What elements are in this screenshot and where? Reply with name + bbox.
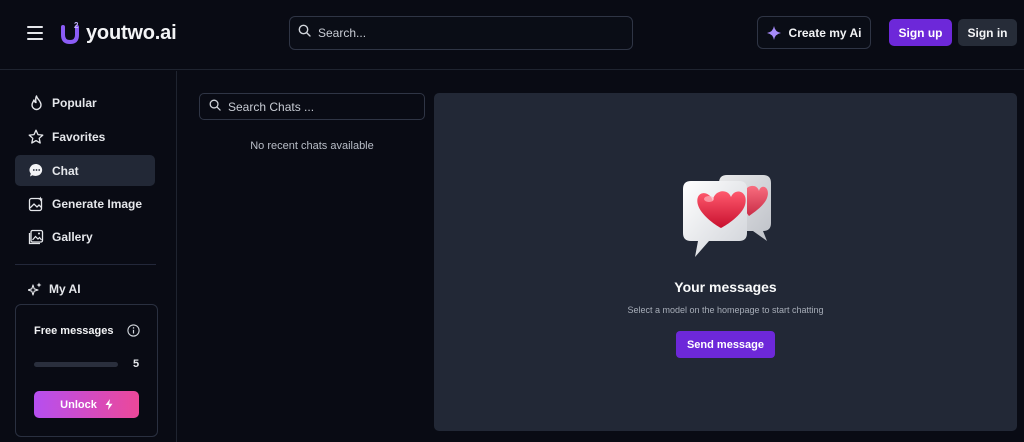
my-ai-link[interactable]: My AI xyxy=(28,282,81,296)
top-header: 2 youtwo.ai Create my Ai Sign up Sign in xyxy=(0,0,1024,70)
unlock-label: Unlock xyxy=(60,398,97,411)
search-icon xyxy=(298,24,311,42)
lightning-icon xyxy=(105,399,113,410)
sparkles-icon xyxy=(28,282,42,296)
empty-chats-message: No recent chats available xyxy=(250,140,374,152)
send-message-button[interactable]: Send message xyxy=(676,331,775,358)
unlock-button[interactable]: Unlock xyxy=(34,391,139,418)
sidebar-item-gallery[interactable]: Gallery xyxy=(15,221,155,252)
gallery-icon xyxy=(28,229,44,245)
logo-icon: 2 xyxy=(60,20,82,46)
sidebar-item-generate-image[interactable]: Generate Image xyxy=(15,188,155,219)
create-my-ai-label: Create my Ai xyxy=(788,25,862,40)
flame-icon xyxy=(28,94,44,111)
sidebar-item-favorites[interactable]: Favorites xyxy=(15,121,155,152)
svg-text:2: 2 xyxy=(74,21,79,30)
brand-name: youtwo.ai xyxy=(86,21,177,44)
logo[interactable]: 2 youtwo.ai xyxy=(60,19,177,47)
star-icon xyxy=(28,129,44,145)
menu-icon[interactable] xyxy=(27,26,43,40)
sign-in-button[interactable]: Sign in xyxy=(958,19,1017,46)
sidebar: Popular Favorites Chat Generate Image Ga… xyxy=(0,71,177,442)
free-messages-progress xyxy=(34,362,118,367)
chat-bubble-icon xyxy=(28,163,44,179)
image-generate-icon xyxy=(28,196,44,212)
sidebar-divider xyxy=(15,264,156,265)
search-icon xyxy=(209,98,221,116)
messages-title: Your messages xyxy=(674,279,777,295)
sidebar-item-label: Generate Image xyxy=(52,196,143,211)
messages-subtitle: Select a model on the homepage to start … xyxy=(627,305,824,315)
search-input[interactable] xyxy=(318,26,618,40)
free-messages-card: Free messages 5 Unlock xyxy=(15,304,158,437)
free-messages-title: Free messages xyxy=(34,325,114,337)
create-my-ai-button[interactable]: Create my Ai xyxy=(757,16,871,49)
sparkle-icon xyxy=(766,25,781,40)
sidebar-item-label: Favorites xyxy=(52,129,106,144)
sidebar-item-chat[interactable]: Chat xyxy=(15,155,155,186)
free-messages-count: 5 xyxy=(133,358,140,370)
sidebar-item-label: Popular xyxy=(52,95,97,110)
chat-search[interactable] xyxy=(199,93,425,120)
global-search[interactable] xyxy=(289,16,633,50)
heart-messages-icon xyxy=(683,171,775,266)
sign-up-button[interactable]: Sign up xyxy=(889,19,952,46)
info-icon[interactable] xyxy=(127,324,140,342)
messages-panel: Your messages Select a model on the home… xyxy=(434,93,1017,431)
chat-search-input[interactable] xyxy=(228,99,418,114)
my-ai-label: My AI xyxy=(49,282,81,296)
sidebar-item-popular[interactable]: Popular xyxy=(15,87,155,118)
sidebar-item-label: Gallery xyxy=(52,229,93,244)
sidebar-item-label: Chat xyxy=(52,163,79,178)
